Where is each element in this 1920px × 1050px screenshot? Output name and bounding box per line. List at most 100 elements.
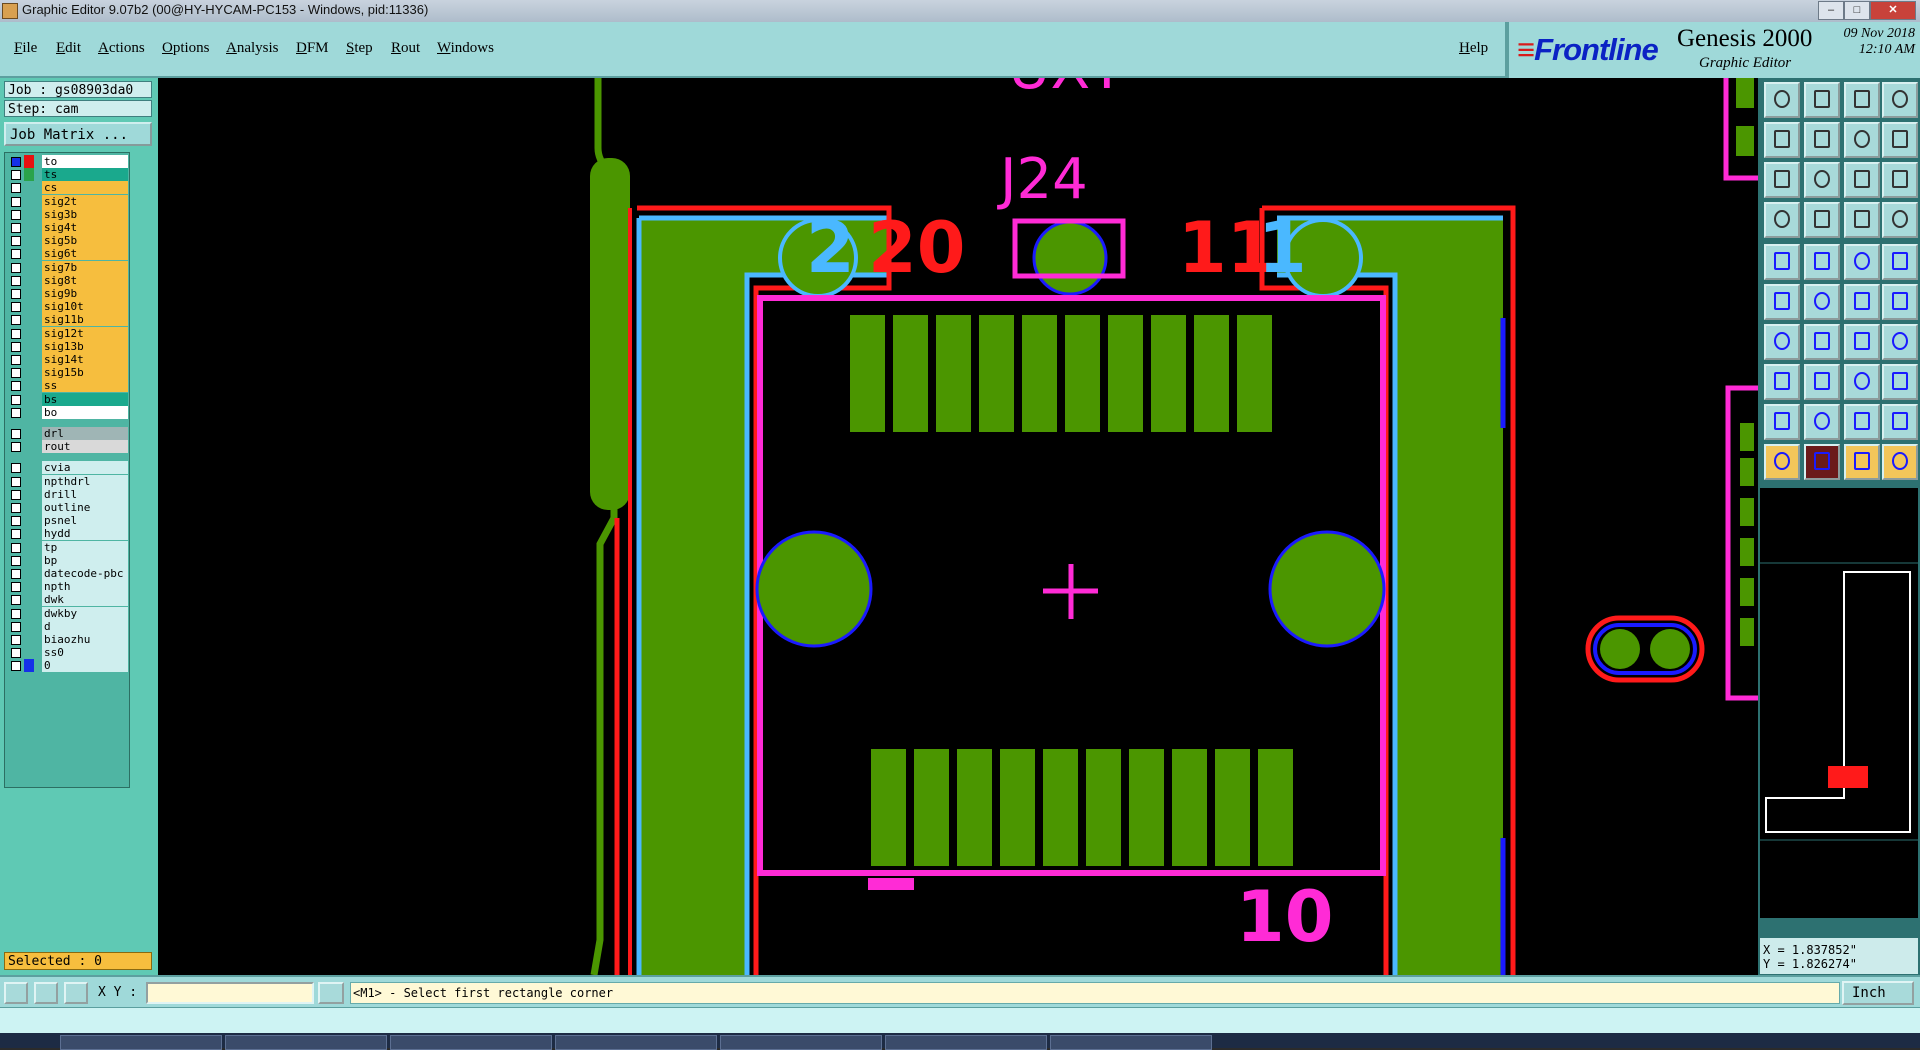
- layer-checkbox[interactable]: [11, 223, 21, 233]
- job-matrix-button[interactable]: Job Matrix ...: [4, 122, 152, 146]
- layer-color-swatch[interactable]: [24, 208, 34, 221]
- layer-row-0[interactable]: 0: [7, 659, 128, 673]
- layer-name[interactable]: ss: [42, 379, 128, 393]
- layer-checkbox[interactable]: [11, 196, 21, 207]
- layer-row-dwkby[interactable]: dwkby: [7, 606, 128, 621]
- rect-icon[interactable]: [1804, 244, 1840, 280]
- window-icon[interactable]: [1882, 82, 1918, 118]
- unit-selector[interactable]: Inch: [1842, 981, 1914, 1005]
- layer-row-sig12t[interactable]: sig12t: [7, 326, 128, 341]
- layer-name[interactable]: cs: [42, 181, 128, 195]
- join-icon[interactable]: [1882, 284, 1918, 320]
- connect-icon[interactable]: [1764, 284, 1800, 320]
- help-icon[interactable]: [1882, 162, 1918, 198]
- home-icon[interactable]: [1844, 82, 1880, 118]
- layer-row-sig15b[interactable]: sig15b: [7, 366, 128, 380]
- layer-name[interactable]: rout: [42, 440, 128, 454]
- select-arrow-icon[interactable]: [1764, 444, 1800, 480]
- maximize-button[interactable]: □: [1844, 1, 1870, 20]
- layer-name[interactable]: datecode-pbc: [42, 567, 128, 580]
- layer-color-swatch[interactable]: [24, 366, 34, 379]
- layer-name[interactable]: to: [42, 155, 128, 168]
- layer-row-ts[interactable]: ts: [7, 168, 128, 182]
- center-icon[interactable]: [1844, 364, 1880, 400]
- layer-row-outline[interactable]: outline: [7, 501, 128, 515]
- layer-name[interactable]: sig8t: [42, 273, 128, 287]
- layer-name[interactable]: drl: [42, 427, 128, 440]
- fill-icon[interactable]: [1804, 404, 1840, 440]
- snap-icon[interactable]: [4, 982, 28, 1004]
- layer-row-d[interactable]: d: [7, 619, 128, 634]
- layer-checkbox[interactable]: [11, 355, 21, 365]
- layer-color-swatch[interactable]: [24, 234, 34, 247]
- save-icon[interactable]: [1764, 82, 1800, 118]
- grid-icon[interactable]: [1804, 202, 1840, 238]
- layer-color-swatch[interactable]: [24, 501, 34, 514]
- layer-checkbox[interactable]: [11, 249, 21, 260]
- xy-input[interactable]: [146, 982, 314, 1004]
- minus-icon[interactable]: [1804, 364, 1840, 400]
- prev-icon[interactable]: [1764, 122, 1800, 158]
- layer-checkbox[interactable]: [11, 648, 21, 659]
- layer-name[interactable]: sig3b: [42, 207, 128, 221]
- layer-color-swatch[interactable]: [24, 155, 34, 168]
- measure-icon[interactable]: [34, 982, 58, 1004]
- layer-color-swatch[interactable]: [24, 607, 34, 620]
- layer-checkbox[interactable]: [11, 429, 21, 439]
- layer-color-swatch[interactable]: [24, 440, 34, 453]
- layer-name[interactable]: sig10t: [42, 300, 128, 314]
- layers-icon[interactable]: [1844, 202, 1880, 238]
- layer-row-sig2t[interactable]: sig2t: [7, 194, 128, 209]
- layer-checkbox[interactable]: [11, 582, 21, 593]
- menu-help[interactable]: Help: [1459, 40, 1488, 57]
- layer-checkbox[interactable]: [11, 170, 21, 181]
- layer-checkbox[interactable]: [11, 315, 21, 326]
- slant-icon[interactable]: [1804, 324, 1840, 360]
- layer-row-sig13b[interactable]: sig13b: [7, 339, 128, 354]
- layer-row-sig10t[interactable]: sig10t: [7, 300, 128, 314]
- open-icon[interactable]: [1804, 82, 1840, 118]
- layer-row-dwk[interactable]: dwk: [7, 593, 128, 607]
- layer-color-swatch[interactable]: [24, 567, 34, 580]
- layer-color-swatch[interactable]: [24, 181, 34, 194]
- layer-name[interactable]: ss0: [42, 646, 128, 660]
- layer-checkbox[interactable]: [11, 489, 21, 500]
- layer-name[interactable]: sig4t: [42, 221, 128, 234]
- layer-row-bs[interactable]: bs: [7, 392, 128, 407]
- snap-icon[interactable]: [1764, 202, 1800, 238]
- layer-checkbox[interactable]: [11, 463, 21, 474]
- layer-row-bo[interactable]: bo: [7, 405, 128, 420]
- layer-color-swatch[interactable]: [24, 541, 34, 554]
- layer-row-drill[interactable]: drill: [7, 487, 128, 502]
- menu-rout[interactable]: Rout: [391, 40, 420, 57]
- layer-color-swatch[interactable]: [24, 247, 34, 260]
- layer-checkbox[interactable]: [11, 209, 21, 220]
- query-icon[interactable]: [1844, 444, 1880, 480]
- grid-icon[interactable]: [64, 982, 88, 1004]
- layer-checkbox[interactable]: [11, 442, 21, 453]
- layer-name[interactable]: npthdrl: [42, 474, 128, 488]
- layer-row-sig8t[interactable]: sig8t: [7, 273, 128, 288]
- layer-checkbox[interactable]: [11, 302, 21, 313]
- dot-icon[interactable]: [1882, 244, 1918, 280]
- layer-color-swatch[interactable]: [24, 327, 34, 340]
- bridge-icon[interactable]: [1844, 404, 1880, 440]
- layer-row-psnel[interactable]: psnel: [7, 514, 128, 528]
- cross-icon[interactable]: [1804, 284, 1840, 320]
- layer-name[interactable]: 0: [42, 659, 128, 673]
- pad-icon[interactable]: [1764, 244, 1800, 280]
- layer-row-sig9b[interactable]: sig9b: [7, 287, 128, 301]
- layer-row-hydd[interactable]: hydd: [7, 527, 128, 541]
- layer-checkbox[interactable]: [11, 476, 21, 487]
- layer-name[interactable]: bp: [42, 553, 128, 567]
- move-icon[interactable]: [1764, 364, 1800, 400]
- prompt-info-icon[interactable]: [318, 982, 344, 1004]
- layer-checkbox[interactable]: [11, 394, 21, 405]
- layer-row-sig4t[interactable]: sig4t: [7, 221, 128, 235]
- layer-checkbox[interactable]: [11, 275, 21, 286]
- arc-icon[interactable]: [1844, 324, 1880, 360]
- redo-icon[interactable]: [1882, 122, 1918, 158]
- layer-name[interactable]: sig5b: [42, 234, 128, 248]
- graphic-canvas[interactable]: UXT J24 2 20 11 1 10: [158, 78, 1758, 975]
- parallel-icon[interactable]: [1882, 324, 1918, 360]
